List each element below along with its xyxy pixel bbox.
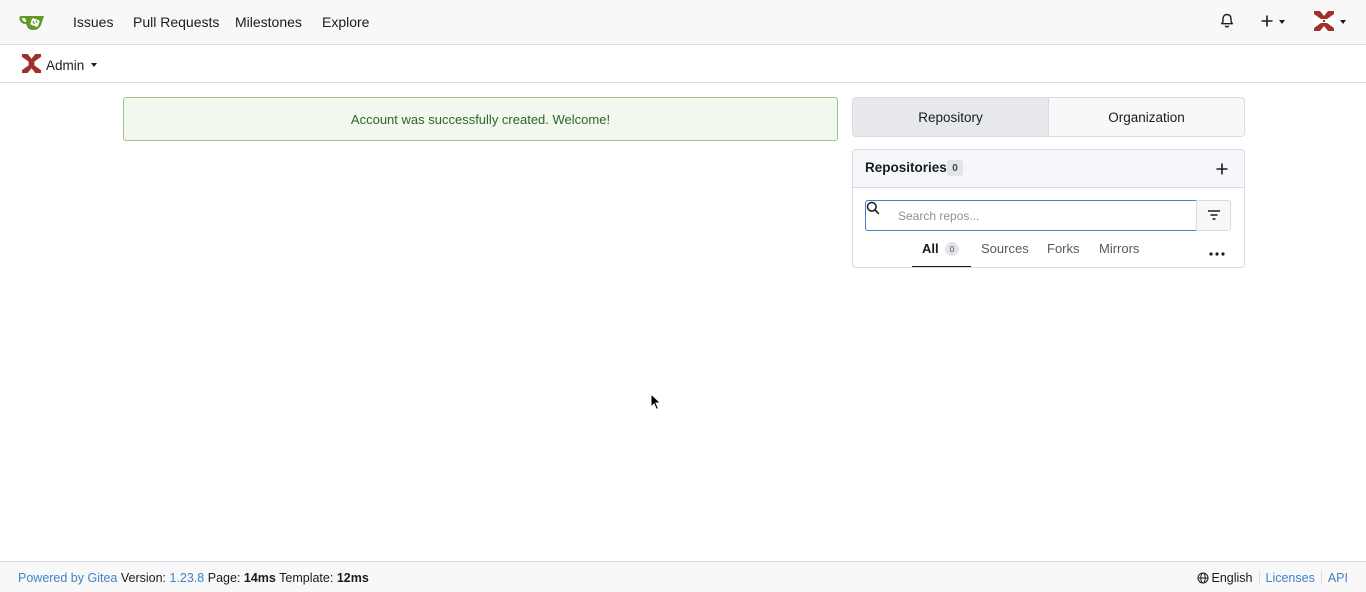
avatar (1313, 9, 1335, 35)
flash-message-text: Account was successfully created. Welcom… (350, 111, 611, 127)
page-time-value: 14ms (243, 571, 276, 585)
repo-filter-tabs: All 0 Sources Forks Mirrors (853, 236, 1244, 267)
page-time-label: Page: (207, 571, 241, 585)
tab-organization[interactable]: Organization (1048, 98, 1244, 136)
filter-icon (1207, 208, 1221, 224)
page-footer: Powered by Gitea Version: 1.23.8 Page: 1… (0, 561, 1366, 592)
add-repository-button[interactable] (1214, 161, 1230, 177)
tab-repository[interactable]: Repository (853, 98, 1048, 136)
api-link[interactable]: API (1328, 571, 1348, 585)
more-options-icon[interactable] (1209, 244, 1225, 260)
repo-filter-button[interactable] (1196, 200, 1231, 231)
repo-search-box (865, 200, 1197, 231)
gitea-logo-icon[interactable] (19, 10, 47, 34)
chevron-down-icon (91, 63, 98, 67)
nav-milestones-link[interactable]: Milestones (235, 14, 302, 30)
notifications-button[interactable] (1219, 11, 1235, 33)
licenses-link[interactable]: Licenses (1266, 571, 1315, 585)
footer-links: English Licenses API (1197, 571, 1348, 585)
dashboard-switch-tabs: Repository Organization (852, 97, 1245, 137)
version-label: Version: (120, 571, 167, 585)
language-label: English (1211, 571, 1253, 585)
plus-icon (1260, 14, 1274, 31)
template-time-value: 12ms (336, 571, 369, 585)
dashboard-context-bar: Admin (0, 45, 1366, 83)
chevron-down-icon (1279, 20, 1285, 24)
all-count-badge: 0 (945, 242, 959, 256)
mouse-cursor-icon (650, 392, 662, 414)
repo-search-input[interactable] (896, 205, 1186, 226)
template-time-label: Template: (279, 571, 334, 585)
tab-all[interactable]: All (922, 241, 939, 256)
success-flash-message: Account was successfully created. Welcom… (123, 97, 838, 141)
tab-mirrors[interactable]: Mirrors (1099, 241, 1139, 256)
nav-issues-link[interactable]: Issues (73, 14, 113, 30)
avatar (21, 53, 42, 77)
footer-info: Powered by Gitea Version: 1.23.8 Page: 1… (18, 571, 369, 585)
nav-pull-requests-link[interactable]: Pull Requests (133, 14, 219, 30)
tab-forks[interactable]: Forks (1047, 241, 1080, 256)
repositories-header: Repositories 0 (853, 150, 1244, 188)
repositories-title: Repositories (865, 160, 947, 175)
language-selector[interactable]: English (1197, 571, 1253, 585)
context-user-switcher[interactable]: Admin (21, 53, 98, 77)
chevron-down-icon (1340, 20, 1346, 24)
top-navbar: Issues Pull Requests Milestones Explore (0, 0, 1366, 45)
globe-icon (1197, 572, 1209, 584)
repositories-panel: Repositories 0 All 0 Sources Forks Mirro… (852, 149, 1245, 268)
version-link[interactable]: 1.23.8 (170, 571, 205, 585)
user-menu-dropdown[interactable] (1313, 9, 1346, 35)
tab-sources[interactable]: Sources (981, 241, 1029, 256)
footer-divider (1258, 571, 1260, 585)
footer-divider (1320, 571, 1322, 585)
repositories-count-badge: 0 (947, 160, 963, 176)
context-user-label: Admin (46, 57, 85, 73)
nav-explore-link[interactable]: Explore (322, 14, 369, 30)
active-tab-indicator (912, 266, 971, 267)
powered-by-link[interactable]: Powered by Gitea (18, 571, 117, 585)
create-new-dropdown[interactable] (1260, 11, 1285, 33)
bell-icon (1219, 13, 1235, 32)
